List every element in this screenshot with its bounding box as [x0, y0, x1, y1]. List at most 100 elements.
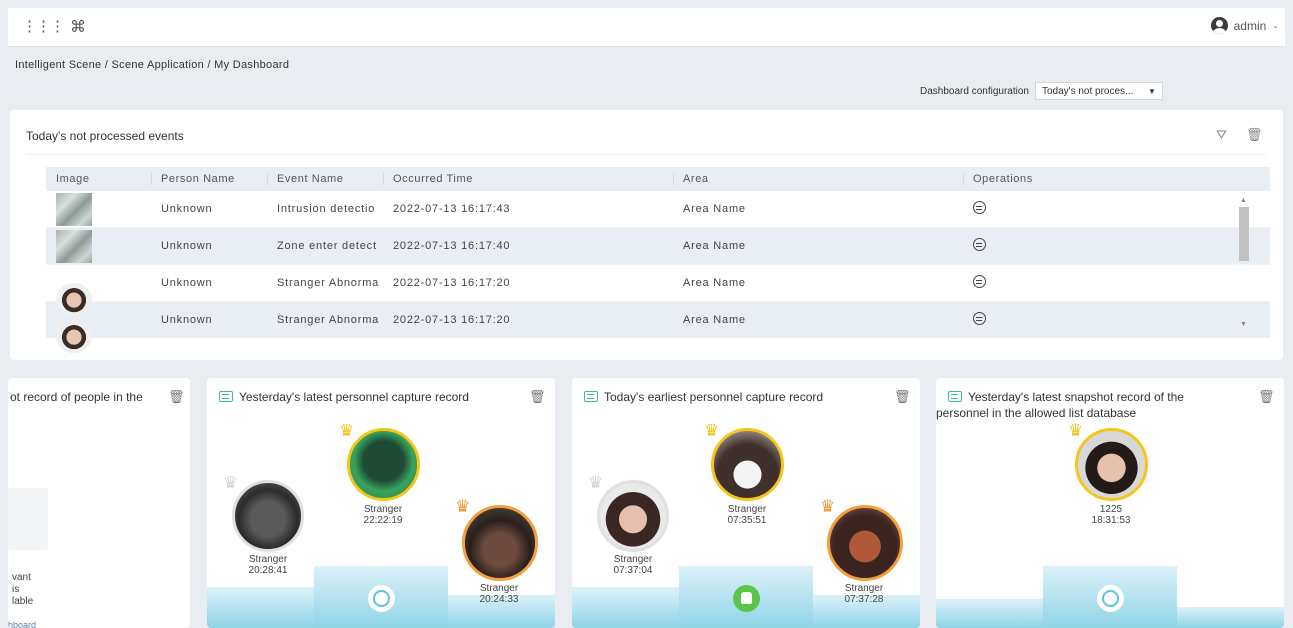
second-place-name: Stranger	[613, 554, 653, 565]
third-place-time: 20:24:33	[479, 594, 519, 605]
user-avatar-icon	[1210, 17, 1228, 34]
dashboard-configuration-select[interactable]: Today's not proces... ▼	[1034, 82, 1163, 100]
first-place-name: Stranger	[363, 504, 403, 515]
scroll-down-icon[interactable]: ▼	[1237, 319, 1250, 331]
card-title-text: Yesterday's latest personnel capture rec…	[239, 390, 469, 404]
first-place-face[interactable]	[347, 428, 420, 501]
table-row[interactable]: Unknown Intrusion detectio 2022-07-13 16…	[46, 191, 1270, 228]
first-place-time: 18:31:53	[1091, 515, 1131, 526]
scrollbar-thumb[interactable]	[1239, 207, 1249, 261]
first-place-name: 1225	[1099, 504, 1123, 515]
area: Area Name	[683, 203, 746, 215]
trash-icon[interactable]: 🗑	[529, 389, 546, 405]
top-bar: ⋮⋮⋮ ⌘ admin ⌄	[8, 8, 1285, 47]
breadcrumb: Intelligent Scene / Scene Application / …	[15, 59, 290, 71]
column-header: Image	[56, 173, 90, 185]
filter-clear-icon[interactable]: ⛛	[1216, 127, 1227, 143]
empty-text-line: lable	[12, 596, 34, 607]
occurred-time: 2022-07-13 16:17:40	[393, 240, 511, 252]
area: Area Name	[683, 240, 746, 252]
crown-silver-icon: ♛	[588, 473, 604, 492]
dashboard-configuration: Dashboard configuration Today's not proc…	[920, 82, 1163, 100]
person-name: Unknown	[161, 240, 213, 252]
event-thumbnail[interactable]	[56, 229, 92, 263]
event-name: Stranger Abnorma	[277, 314, 380, 326]
table-scrollbar[interactable]: ▲ ▼	[1237, 195, 1250, 345]
second-place-name: Stranger	[248, 554, 288, 565]
card-title-text: Today's earliest personnel capture recor…	[604, 390, 824, 404]
area: Area Name	[683, 277, 746, 289]
event-name: Zone enter detect	[277, 240, 377, 252]
thumbs-up-icon	[733, 585, 760, 612]
card-title: ot record of people in the	[10, 390, 143, 404]
process-event-icon[interactable]	[973, 275, 986, 288]
trash-icon[interactable]: 🗑	[1258, 389, 1275, 405]
process-event-icon[interactable]	[973, 201, 986, 214]
occurred-time: 2022-07-13 16:17:43	[393, 203, 511, 215]
crown-silver-icon: ♛	[223, 473, 239, 492]
column-header: Area	[673, 167, 963, 191]
third-place-time: 07:37:28	[844, 594, 884, 605]
scroll-up-icon[interactable]: ▲	[1237, 195, 1250, 207]
trash-icon[interactable]: 🗑	[894, 389, 911, 405]
process-event-icon[interactable]	[973, 238, 986, 251]
card-footer[interactable]: hboard	[8, 620, 36, 628]
card-title: Today's earliest personnel capture recor…	[584, 389, 823, 405]
list-icon	[219, 391, 233, 402]
table-row[interactable]: Unknown Zone enter detect 2022-07-13 16:…	[46, 228, 1270, 265]
event-name: Stranger Abnorma	[277, 277, 380, 289]
table-row[interactable]: Unknown Stranger Abnorma 2022-07-13 16:1…	[46, 265, 1270, 316]
column-header: Event Name	[267, 167, 383, 191]
dashboard-card: Yesterday's latest personnel capture rec…	[207, 378, 555, 628]
second-place-face[interactable]	[232, 480, 304, 552]
trash-icon[interactable]: 🗑	[168, 389, 185, 405]
occurred-time: 2022-07-13 16:17:20	[393, 277, 511, 289]
card-title: Yesterday's latest personnel capture rec…	[219, 389, 469, 405]
column-header: Operations	[963, 167, 1253, 191]
table-row[interactable]: Unknown Stranger Abnorma 2022-07-13 16:1…	[46, 302, 1270, 353]
second-place-face[interactable]	[597, 480, 669, 552]
table-body: Unknown Intrusion detectio 2022-07-13 16…	[46, 191, 1270, 353]
user-name: admin	[1233, 18, 1267, 33]
card-title: Yesterday's latest snapshot record of th…	[936, 389, 1236, 421]
trash-icon[interactable]: 🗑	[1246, 127, 1263, 143]
table-header: Image Person Name Event Name Occurred Ti…	[46, 167, 1270, 191]
dashboard-configuration-label: Dashboard configuration	[920, 85, 1029, 97]
user-menu[interactable]: admin ⌄	[1210, 17, 1279, 34]
dashboard-card: ot record of people in the 🗑 vant is lab…	[8, 378, 190, 628]
first-place-time: 07:35:51	[727, 515, 767, 526]
first-place-face[interactable]	[711, 428, 784, 501]
event-thumbnail[interactable]	[56, 192, 92, 226]
podium-second	[572, 587, 679, 628]
person-name: Unknown	[161, 314, 213, 326]
crown-gold-icon: ♛	[339, 421, 355, 440]
first-place-name: Stranger	[727, 504, 767, 515]
dashboard-card: Today's earliest personnel capture recor…	[572, 378, 920, 628]
events-table: Image Person Name Event Name Occurred Ti…	[46, 167, 1270, 353]
third-place-face[interactable]	[462, 505, 538, 581]
third-place-face[interactable]	[827, 505, 903, 581]
person-name: Unknown	[161, 277, 213, 289]
card-title-text: Yesterday's latest snapshot record of th…	[936, 390, 1184, 420]
person-name: Unknown	[161, 203, 213, 215]
area: Area Name	[683, 314, 746, 326]
alarm-clock-icon	[1097, 585, 1124, 612]
command-icon[interactable]: ⌘	[70, 17, 86, 37]
empty-state-icon	[8, 488, 48, 550]
empty-text-line: vant	[12, 572, 31, 583]
list-icon	[584, 391, 598, 402]
podium-right	[1177, 607, 1284, 628]
first-place-face[interactable]	[1075, 428, 1148, 501]
list-icon	[948, 391, 962, 402]
alarm-clock-icon	[368, 585, 395, 612]
empty-state-text: vant is lable	[12, 572, 33, 608]
crown-gold-icon: ♛	[704, 421, 720, 440]
apps-grid-icon[interactable]: ⋮⋮⋮	[22, 19, 65, 34]
crown-orange-icon: ♛	[455, 497, 471, 516]
divider	[26, 154, 1266, 155]
crown-orange-icon: ♛	[820, 497, 836, 516]
podium-left	[936, 599, 1043, 628]
second-place-time: 20:28:41	[248, 565, 288, 576]
process-event-icon[interactable]	[973, 312, 986, 325]
dashboard-card: Yesterday's latest snapshot record of th…	[936, 378, 1284, 628]
